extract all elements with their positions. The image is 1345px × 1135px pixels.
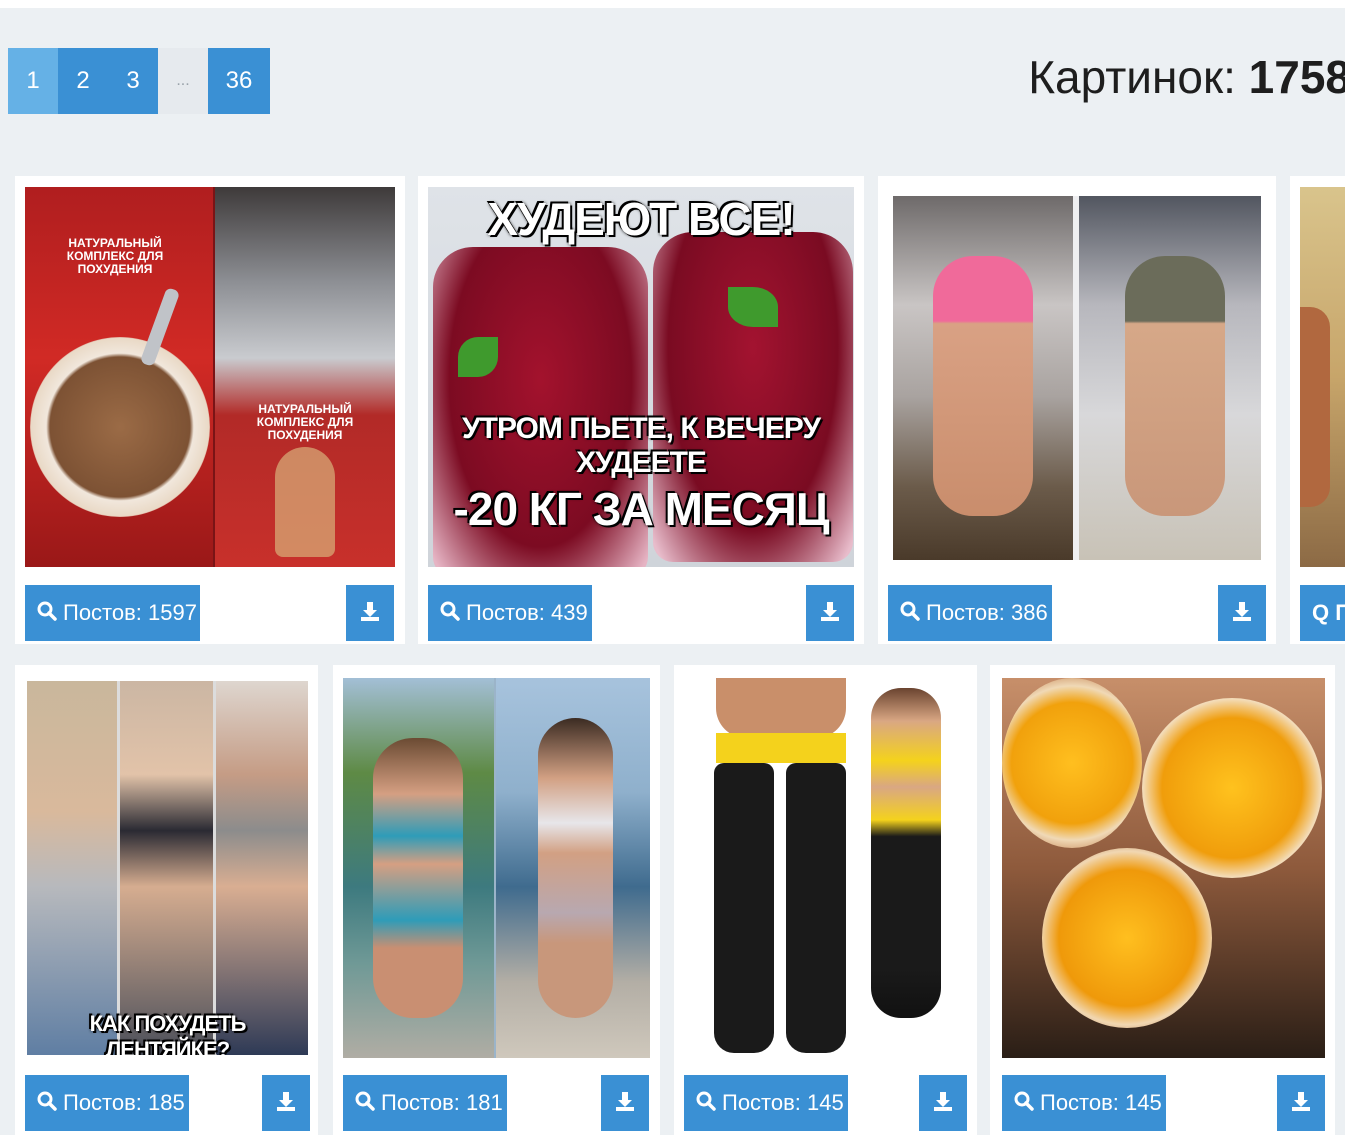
posts-count: Постов: 386 xyxy=(926,600,1048,625)
page-36-button[interactable]: 36 xyxy=(208,48,270,114)
image-card: Постов: 181 xyxy=(333,665,660,1135)
image-card: КАК ПОХУДЕТЬ ЛЕНТЯЙКЕ? Постов: 185 xyxy=(15,665,318,1135)
page-3-button[interactable]: 3 xyxy=(108,48,158,114)
download-icon xyxy=(359,600,381,626)
download-icon xyxy=(819,600,841,626)
search-icon xyxy=(440,600,460,627)
person-figure xyxy=(933,256,1033,516)
egg-yolk xyxy=(1002,678,1142,848)
meme-line: -20 КГ ЗА МЕСЯЦ xyxy=(453,483,830,535)
card-image-before-after[interactable] xyxy=(893,196,1261,560)
card-image-selfies[interactable]: КАК ПОХУДЕТЬ ЛЕНТЯЙКЕ? xyxy=(27,681,308,1055)
image-card: Постов: 145 xyxy=(990,665,1335,1135)
card-image-smoothie[interactable]: ХУДЕЮТ ВСЕ! УТРОМ ПЬЕТЕ, К ВЕЧЕРУ ХУДЕЕТ… xyxy=(428,187,854,567)
card-image-eggs[interactable] xyxy=(1002,678,1325,1058)
page-ellipsis: ... xyxy=(158,48,208,114)
image-count-value: 1758 xyxy=(1248,51,1345,103)
posts-count: Постов: 439 xyxy=(466,600,588,625)
posts-button[interactable]: Постов: 145 xyxy=(684,1075,848,1131)
search-icon xyxy=(37,600,57,627)
mint-leaf xyxy=(728,287,778,327)
posts-count: Постов: 145 xyxy=(1040,1090,1162,1115)
download-button[interactable] xyxy=(806,585,854,641)
person-figure xyxy=(1125,256,1225,516)
posts-count: Постов: 145 xyxy=(722,1090,844,1115)
search-icon xyxy=(355,1090,375,1117)
posts-button[interactable]: Постов: 1597 xyxy=(25,585,200,641)
card-image-coffee[interactable]: НАТУРАЛЬНЫЙ КОМПЛЕКС ДЛЯ ПОХУДЕНИЯ НАТУР… xyxy=(25,187,395,567)
image-count-label: Картинок: xyxy=(1028,51,1236,103)
download-button[interactable] xyxy=(919,1075,967,1131)
posts-button[interactable]: Постов: 185 xyxy=(25,1075,189,1131)
download-icon xyxy=(1231,600,1253,626)
posts-button[interactable]: Постов: 386 xyxy=(888,585,1052,641)
posts-count: Постов: 185 xyxy=(63,1090,185,1115)
pants-leg xyxy=(786,763,846,1053)
page-2-button[interactable]: 2 xyxy=(58,48,108,114)
download-button[interactable] xyxy=(601,1075,649,1131)
meme-caption: КАК ПОХУДЕТЬ ЛЕНТЯЙКЕ? xyxy=(89,1011,247,1055)
search-icon xyxy=(696,1090,716,1117)
posts-button[interactable]: Постов: 181 xyxy=(343,1075,507,1131)
posts-button[interactable]: Постов: 439 xyxy=(428,585,592,641)
pants-leg xyxy=(714,763,774,1053)
download-icon xyxy=(614,1090,636,1116)
card-image-partial[interactable] xyxy=(1300,187,1345,567)
meme-line: УТРОМ ПЬЕТЕ, К ВЕЧЕРУ ХУДЕЕТЕ xyxy=(461,412,821,479)
mint-leaf xyxy=(458,337,498,377)
card-image-pants[interactable] xyxy=(686,678,967,1058)
package-text-1: НАТУРАЛЬНЫЙ КОМПЛЕКС ДЛЯ ПОХУДЕНИЯ xyxy=(66,236,164,276)
search-icon xyxy=(37,1090,57,1117)
person-figure xyxy=(373,738,463,1018)
image-card: Постов: 386 xyxy=(878,176,1276,644)
download-icon xyxy=(932,1090,954,1116)
model-figure xyxy=(871,688,941,1018)
download-icon xyxy=(275,1090,297,1116)
posts-count-partial: Q П xyxy=(1312,600,1345,625)
search-icon xyxy=(1014,1090,1034,1117)
page-background: 1 2 3 ... 36 Картинок: 1758 НАТУРАЛЬНЫЙ … xyxy=(0,8,1345,1135)
image-card: Постов: 145 xyxy=(674,665,977,1135)
posts-button[interactable]: Q П xyxy=(1300,585,1345,641)
search-icon xyxy=(900,600,920,627)
pagination: 1 2 3 ... 36 xyxy=(8,48,270,114)
download-button[interactable] xyxy=(1218,585,1266,641)
person-figure xyxy=(538,718,613,1018)
posts-count: Постов: 181 xyxy=(381,1090,503,1115)
download-button[interactable] xyxy=(262,1075,310,1131)
page-1-button[interactable]: 1 xyxy=(8,48,58,114)
egg-yolk xyxy=(1042,848,1212,1028)
image-card-partial: Q П xyxy=(1290,176,1345,644)
download-button[interactable] xyxy=(1277,1075,1325,1131)
download-button[interactable] xyxy=(346,585,394,641)
image-card: ХУДЕЮТ ВСЕ! УТРОМ ПЬЕТЕ, К ВЕЧЕРУ ХУДЕЕТ… xyxy=(418,176,864,644)
image-count: Картинок: 1758 xyxy=(1028,50,1345,104)
egg-yolk xyxy=(1142,698,1322,878)
image-card: НАТУРАЛЬНЫЙ КОМПЛЕКС ДЛЯ ПОХУДЕНИЯ НАТУР… xyxy=(15,176,405,644)
meme-title: ХУДЕЮТ ВСЕ! xyxy=(487,193,795,245)
posts-count: Постов: 1597 xyxy=(63,600,197,625)
package-text-2: НАТУРАЛЬНЫЙ КОМПЛЕКС ДЛЯ ПОХУДЕНИЯ xyxy=(256,402,354,442)
posts-button[interactable]: Постов: 145 xyxy=(1002,1075,1166,1131)
coffee-cup xyxy=(30,337,210,517)
card-image-beach[interactable] xyxy=(343,678,650,1058)
download-icon xyxy=(1290,1090,1312,1116)
